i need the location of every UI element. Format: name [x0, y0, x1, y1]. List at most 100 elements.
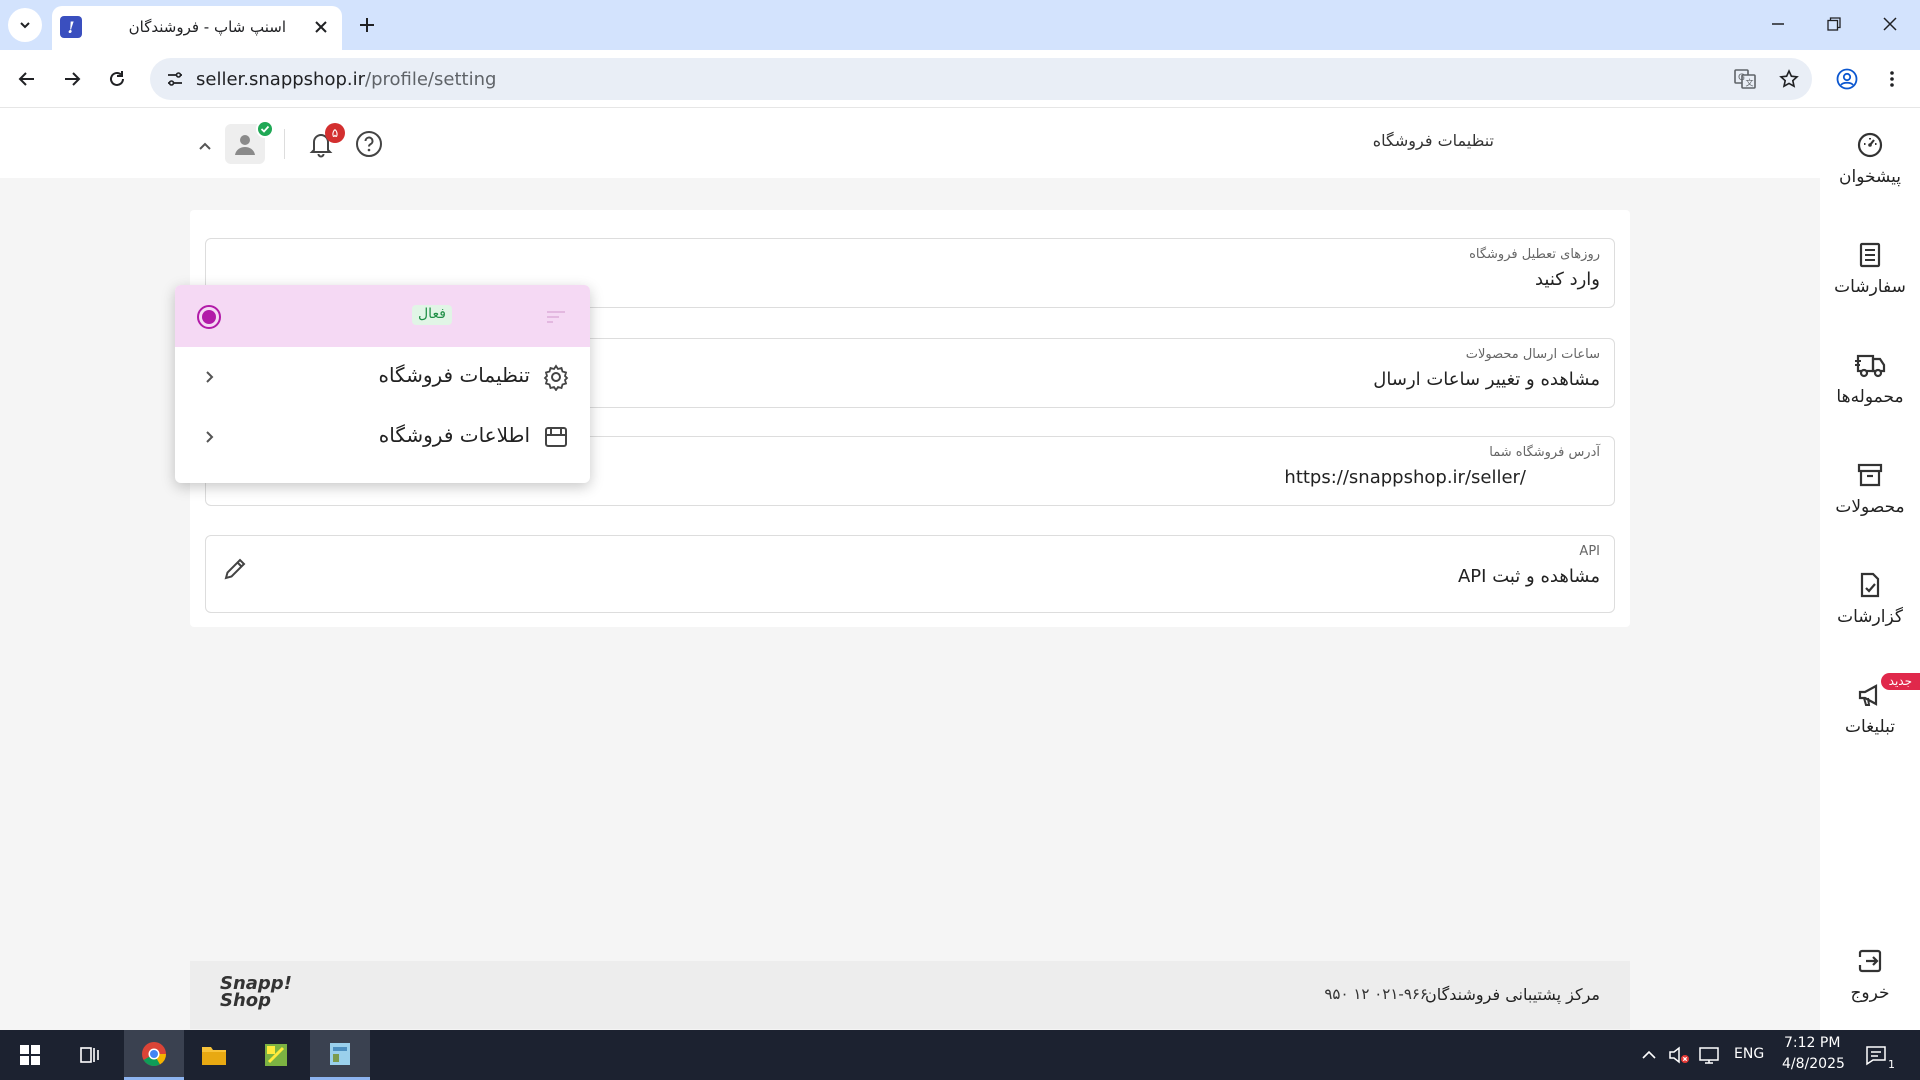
more-vert-icon	[1890, 71, 1894, 87]
field-label: آدرس فروشگاه شما	[1489, 445, 1600, 460]
sidebar: پیشخوان سفارشات محموله‌ها محصولات گزارشا…	[1820, 109, 1920, 1030]
new-badge: جدید	[1880, 673, 1920, 690]
page: تنظیمات فروشگاه ۵ پیشخوان سفارشات محموله…	[0, 109, 1920, 1030]
sidebar-item-ads[interactable]: جدید تبلیغات	[1820, 673, 1920, 757]
logout-button[interactable]: خروج	[1820, 947, 1920, 1017]
sidebar-item-products[interactable]: محصولات	[1820, 457, 1920, 537]
notification-count: 1	[1888, 1058, 1895, 1071]
favicon-icon: !	[60, 16, 82, 38]
store-status-row[interactable]: فعال	[175, 285, 590, 347]
browser-tab[interactable]: ! اسنپ شاپ - فروشندگان	[52, 6, 342, 50]
clock-time[interactable]: 7:12 PM	[1784, 1035, 1840, 1051]
forward-button[interactable]	[54, 61, 90, 97]
bookmark-button[interactable]	[1774, 64, 1804, 94]
chevron-left-icon	[206, 431, 214, 443]
radio-dot	[202, 310, 216, 324]
page-title: تنظیمات فروشگاه	[1372, 131, 1494, 150]
task-view-button[interactable]	[60, 1030, 120, 1080]
chevron-down-icon	[20, 22, 30, 29]
field-value: مشاهده و ثبت API	[1457, 566, 1600, 587]
tab-close-button[interactable]	[308, 14, 334, 40]
sidebar-item-label: تبلیغات	[1844, 717, 1895, 737]
task-view-icon	[80, 1047, 99, 1063]
field-value: مشاهده و تغییر ساعات ارسال	[1373, 369, 1600, 390]
taskbar-app-active[interactable]	[310, 1030, 370, 1080]
menu-item-label: تنظیمات فروشگاه	[378, 363, 530, 387]
app-window-icon	[330, 1042, 350, 1065]
close-icon	[315, 21, 327, 33]
profile-button[interactable]	[1829, 61, 1865, 97]
store-icon	[545, 427, 567, 447]
start-button[interactable]	[0, 1030, 60, 1080]
report-icon	[1860, 572, 1880, 598]
notification-badge: ۵	[325, 123, 345, 143]
volume-muted-icon[interactable]	[1668, 1044, 1690, 1066]
logo-line: Shop	[220, 990, 272, 1011]
menu-item-label: اطلاعات فروشگاه	[378, 423, 530, 447]
arrow-left-icon	[18, 72, 34, 86]
sidebar-item-reports[interactable]: گزارشات	[1820, 567, 1920, 647]
field-value: وارد کنید	[1534, 269, 1600, 290]
address-bar[interactable]: seller.snappshop.ir/profile/setting G文	[150, 58, 1812, 100]
folder-icon	[202, 1047, 226, 1065]
field-label: API	[1579, 544, 1600, 559]
browser-toolbar: seller.snappshop.ir/profile/setting G文	[0, 50, 1920, 108]
back-button[interactable]	[9, 61, 45, 97]
help-icon[interactable]	[354, 129, 384, 159]
header-divider	[284, 129, 285, 159]
new-tab-button[interactable]	[350, 8, 384, 42]
taskbar-app-tools[interactable]	[246, 1030, 306, 1080]
field-label: روزهای تعطیل فروشگاه	[1469, 247, 1600, 262]
chevron-up-icon[interactable]	[193, 134, 217, 158]
top-header: تنظیمات فروشگاه ۵	[0, 109, 1820, 178]
svg-text:文: 文	[1746, 78, 1754, 88]
url-text: seller.snappshop.ir/profile/setting	[196, 69, 496, 90]
sidebar-item-shipments[interactable]: محموله‌ها	[1820, 347, 1920, 427]
sidebar-item-label: سفارشات	[1834, 277, 1906, 297]
restore-button[interactable]	[1806, 0, 1862, 48]
close-icon	[1883, 17, 1897, 31]
language-indicator[interactable]: ENG	[1734, 1046, 1764, 1062]
close-window-button[interactable]	[1862, 0, 1918, 48]
windows-taskbar: ENG 7:12 PM 4/8/2025 1	[0, 1030, 1920, 1080]
menu-item-store-settings[interactable]: تنظیمات فروشگاه	[175, 347, 590, 407]
translate-button[interactable]: G文	[1730, 64, 1760, 94]
pencil-icon[interactable]	[220, 554, 250, 584]
sidebar-item-orders[interactable]: سفارشات	[1820, 237, 1920, 317]
url-path: /profile/setting	[365, 69, 497, 90]
taskbar-file-explorer[interactable]	[184, 1030, 244, 1080]
network-icon[interactable]	[1698, 1044, 1720, 1066]
minimize-button[interactable]	[1750, 0, 1806, 48]
tab-search-button[interactable]	[8, 8, 42, 42]
browser-menu-button[interactable]	[1874, 61, 1910, 97]
truck-icon	[1855, 354, 1886, 378]
support-phone[interactable]: ۰۲۱-۹۶۶ ۱۲ ۹۵۰	[1324, 985, 1428, 1003]
support-label: مرکز پشتیبانی فروشندگان	[1425, 985, 1600, 1004]
sidebar-item-label: محموله‌ها	[1836, 387, 1904, 407]
taskbar-chrome[interactable]	[124, 1030, 184, 1080]
sidebar-item-label: پیشخوان	[1839, 167, 1901, 187]
status-badge: فعال	[412, 305, 452, 325]
tab-title: اسنپ شاپ - فروشندگان	[128, 18, 286, 36]
url-host: seller.snappshop.ir	[196, 69, 366, 90]
translate-icon: G文	[1734, 69, 1756, 89]
restore-icon	[1827, 17, 1841, 31]
status-radio[interactable]	[197, 305, 221, 329]
sort-icon	[547, 311, 565, 323]
account-circle-icon	[1836, 68, 1858, 90]
notifications-icon[interactable]	[1864, 1043, 1888, 1067]
api-field[interactable]: API مشاهده و ثبت API	[205, 535, 1615, 613]
site-info-button[interactable]	[160, 64, 190, 94]
clock-date[interactable]: 4/8/2025	[1782, 1056, 1845, 1072]
sidebar-item-dashboard[interactable]: پیشخوان	[1820, 127, 1920, 207]
menu-item-store-info[interactable]: اطلاعات فروشگاه	[175, 407, 590, 467]
dashboard-icon	[1857, 132, 1883, 158]
sidebar-item-label: گزارشات	[1837, 607, 1903, 627]
verified-check-icon	[256, 120, 274, 138]
chevron-up-icon[interactable]	[1640, 1046, 1658, 1064]
reload-button[interactable]	[99, 61, 135, 97]
field-label: ساعات ارسال محصولات	[1465, 347, 1600, 362]
chrome-icon	[142, 1041, 166, 1066]
profile-dropdown: فعال تنظیمات فروشگاه اطلاعات فروشگاه	[175, 285, 590, 483]
sidebar-item-label: محصولات	[1835, 497, 1905, 517]
